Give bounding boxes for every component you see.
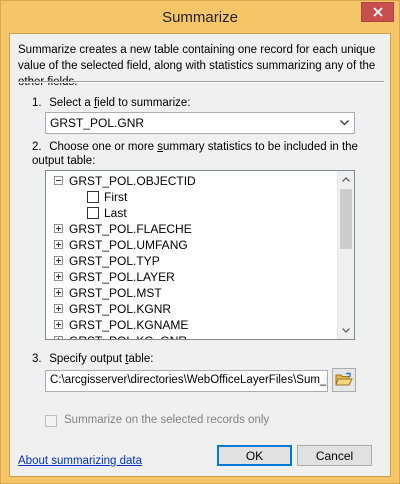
stat-label: Last bbox=[104, 206, 127, 220]
expand-icon[interactable] bbox=[54, 224, 63, 233]
tree-node-label: GRST_POL.OBJECTID bbox=[69, 174, 196, 188]
tree-node-label: GRST_POL.MST bbox=[69, 286, 162, 300]
stat-checkbox[interactable] bbox=[87, 207, 99, 219]
expand-icon[interactable] bbox=[54, 272, 63, 281]
tree-node-label: GRST_POL.KG_GNR bbox=[69, 333, 187, 339]
stat-label: First bbox=[104, 190, 128, 204]
tree-stat-item[interactable]: Last bbox=[46, 205, 336, 221]
chevron-down-icon[interactable] bbox=[336, 114, 353, 132]
tree-node-label: GRST_POL.LAYER bbox=[69, 270, 175, 284]
window-title: Summarize bbox=[162, 9, 238, 26]
stat-checkbox[interactable] bbox=[87, 191, 99, 203]
output-table-value: C:\arcgisserver\directories\WebOfficeLay… bbox=[50, 374, 327, 386]
step2-label-part: Choose one or more bbox=[49, 141, 158, 153]
close-button[interactable] bbox=[361, 2, 394, 22]
step3-number: 3. bbox=[32, 353, 42, 365]
ok-button[interactable]: OK bbox=[217, 445, 292, 466]
step3-label-part: Specify output bbox=[49, 353, 126, 365]
step1-label: 1. Select a field to summarize: bbox=[32, 96, 190, 110]
output-table-field[interactable]: C:\arcgisserver\directories\WebOfficeLay… bbox=[45, 370, 328, 392]
scroll-thumb[interactable] bbox=[340, 189, 352, 249]
title-bar[interactable]: Summarize bbox=[1, 1, 399, 33]
tree-node-label: GRST_POL.KGNR bbox=[69, 302, 172, 316]
expand-icon[interactable] bbox=[54, 288, 63, 297]
tree-scrollbar[interactable] bbox=[337, 171, 354, 339]
tree-stat-item[interactable]: First bbox=[46, 189, 336, 205]
scroll-up-icon[interactable] bbox=[338, 171, 354, 188]
tree-node[interactable]: GRST_POL.FLAECHE bbox=[46, 221, 336, 237]
close-x-icon bbox=[372, 7, 383, 17]
step1-label-part: Select a bbox=[49, 97, 94, 109]
cancel-button[interactable]: Cancel bbox=[297, 445, 372, 466]
tree-node[interactable]: GRST_POL.KG_GNR bbox=[46, 333, 336, 339]
tree-node-label: GRST_POL.KGNAME bbox=[69, 318, 189, 332]
dialog-body: Summarize creates a new table containing… bbox=[9, 33, 391, 477]
collapse-icon[interactable] bbox=[54, 176, 63, 185]
step1-label-part: ield to summarize: bbox=[97, 97, 191, 109]
tree-node[interactable]: GRST_POL.TYP bbox=[46, 253, 336, 269]
expand-icon[interactable] bbox=[54, 336, 63, 339]
expand-icon[interactable] bbox=[54, 320, 63, 329]
tree-node[interactable]: GRST_POL.KGNAME bbox=[46, 317, 336, 333]
tree-node-label: GRST_POL.TYP bbox=[69, 254, 160, 268]
expand-icon[interactable] bbox=[54, 304, 63, 313]
step2-label: 2. Choose one or more summary statistics… bbox=[32, 140, 372, 168]
tree-node[interactable]: GRST_POL.LAYER bbox=[46, 269, 336, 285]
browse-button[interactable] bbox=[332, 368, 356, 392]
tree-node-label: GRST_POL.FLAECHE bbox=[69, 222, 192, 236]
expand-icon[interactable] bbox=[54, 240, 63, 249]
step3-label: 3. Specify output table: bbox=[32, 352, 153, 366]
field-select-value: GRST_POL.GNR bbox=[50, 116, 145, 130]
tree-node-label: GRST_POL.UMFANG bbox=[69, 238, 188, 252]
step3-label-part: able: bbox=[128, 353, 154, 365]
step2-number: 2. bbox=[32, 141, 42, 153]
summarize-dialog: Summarize Summarize creates a new table … bbox=[0, 0, 400, 484]
selected-only-checkbox[interactable] bbox=[45, 415, 57, 427]
tree-node[interactable]: GRST_POL.OBJECTID bbox=[46, 173, 336, 189]
expand-icon[interactable] bbox=[54, 256, 63, 265]
separator bbox=[18, 81, 384, 83]
scroll-down-icon[interactable] bbox=[338, 322, 354, 339]
tree-node[interactable]: GRST_POL.UMFANG bbox=[46, 237, 336, 253]
selected-only-label: Summarize on the selected records only bbox=[64, 414, 270, 426]
statistics-tree[interactable]: GRST_POL.OBJECTID First Last GRST_POL.FLAEC… bbox=[45, 170, 355, 340]
field-select[interactable]: GRST_POL.GNR bbox=[45, 112, 355, 134]
open-folder-icon bbox=[335, 372, 353, 386]
step1-number: 1. bbox=[32, 97, 42, 109]
tree-node[interactable]: GRST_POL.KGNR bbox=[46, 301, 336, 317]
about-summarizing-link[interactable]: About summarizing data bbox=[18, 455, 142, 467]
tree-node[interactable]: GRST_POL.MST bbox=[46, 285, 336, 301]
